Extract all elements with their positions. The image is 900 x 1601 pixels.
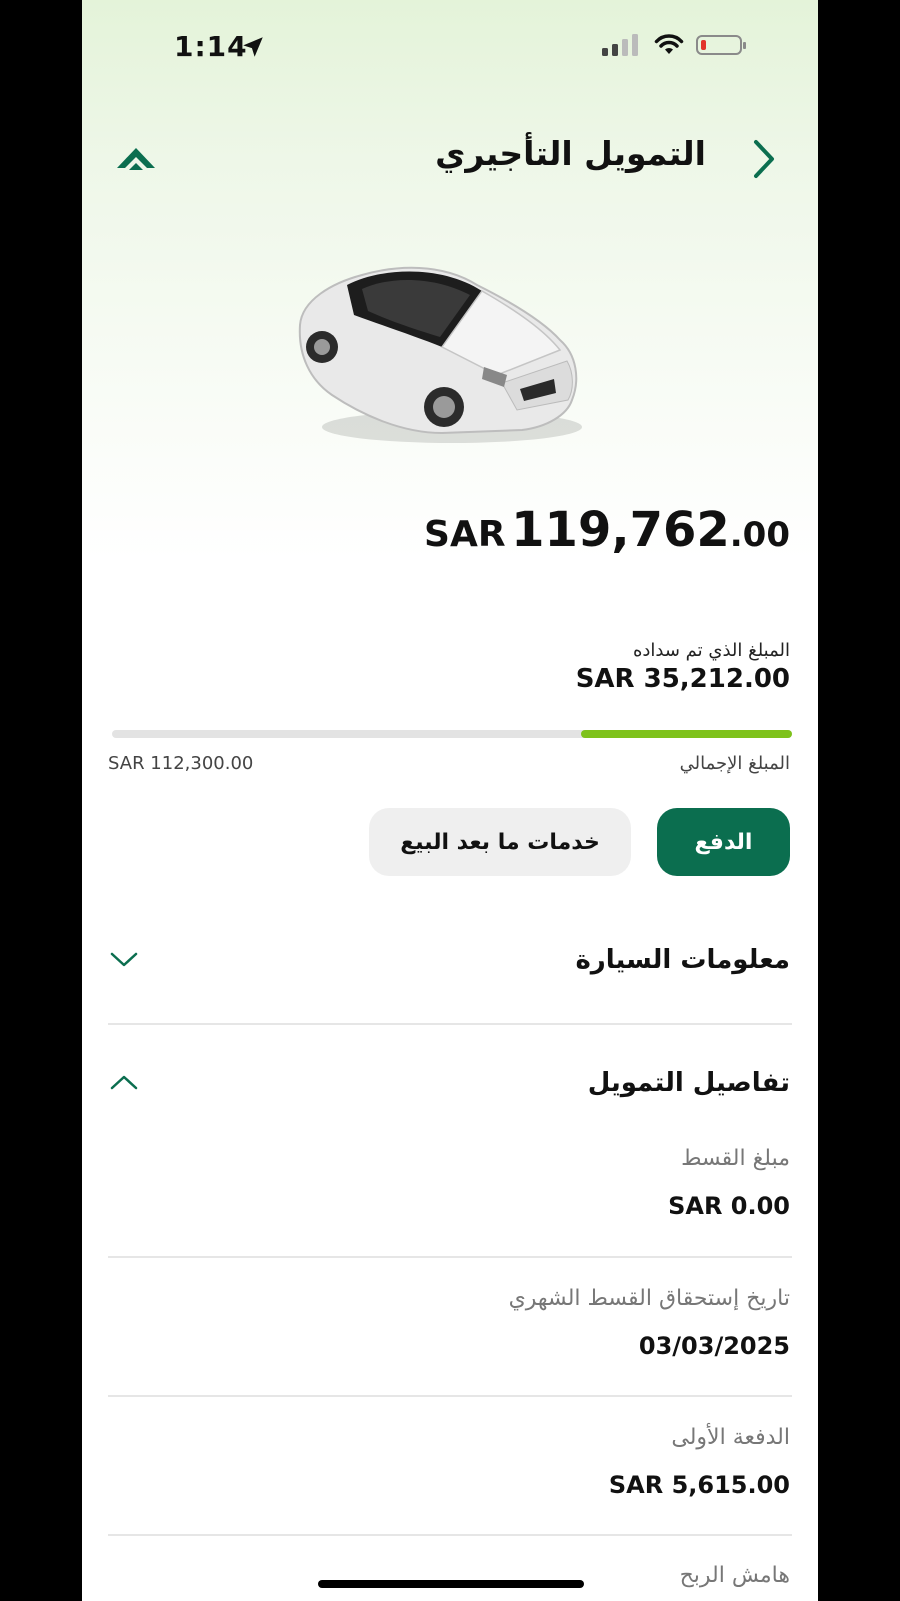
price-integer: 119,762 [511,502,730,558]
divider [108,1534,792,1536]
after-sales-button[interactable]: خدمات ما بعد البيع [369,808,631,876]
location-arrow-icon [243,37,263,57]
field-installment-label: مبلغ القسط [681,1146,790,1171]
chevron-right-icon[interactable] [748,138,778,180]
app-screen: 1:14 التمويل التأجيري SAR 119,762.00 الم… [82,0,818,1601]
signal-icon [602,34,638,56]
status-time: 1:14 [174,30,248,63]
payment-progress-bar [112,730,792,738]
section-financing-title[interactable]: تفاصيل التمويل [588,1068,790,1098]
field-profit-margin-label: هامش الربح [679,1563,790,1588]
home-indicator [318,1580,584,1588]
section-car-info-title[interactable]: معلومات السيارة [575,945,790,975]
paid-amount: SAR 35,212.00 [575,664,790,694]
status-icons [602,34,746,56]
remaining-amount: SAR 119,762.00 [424,502,790,558]
green-chevron-up-icon[interactable] [114,140,158,174]
field-down-payment-label: الدفعة الأولى [671,1425,790,1450]
paid-label: المبلغ الذي تم سداده [632,640,790,661]
chevron-up-icon[interactable] [108,1072,140,1094]
pay-button[interactable]: الدفع [657,808,790,876]
divider [108,1023,792,1025]
field-due-date-value: 03/03/2025 [638,1332,790,1360]
page-title: التمويل التأجيري [435,134,706,173]
total-label: المبلغ الإجمالي [679,753,790,774]
wifi-icon [654,34,684,54]
field-due-date-label: تاريخ إستحقاق القسط الشهري [508,1286,790,1311]
divider [108,1256,792,1258]
payment-progress-fill [581,730,792,738]
price-decimals: .00 [729,515,790,555]
car-image [298,266,582,443]
field-installment-value: SAR 0.00 [668,1192,790,1220]
divider [108,1395,792,1397]
chevron-down-icon[interactable] [108,948,140,970]
total-amount: SAR 112,300.00 [108,753,254,774]
field-down-payment-value: SAR 5,615.00 [608,1471,790,1499]
price-currency: SAR [424,514,506,555]
battery-low-icon [696,35,746,55]
